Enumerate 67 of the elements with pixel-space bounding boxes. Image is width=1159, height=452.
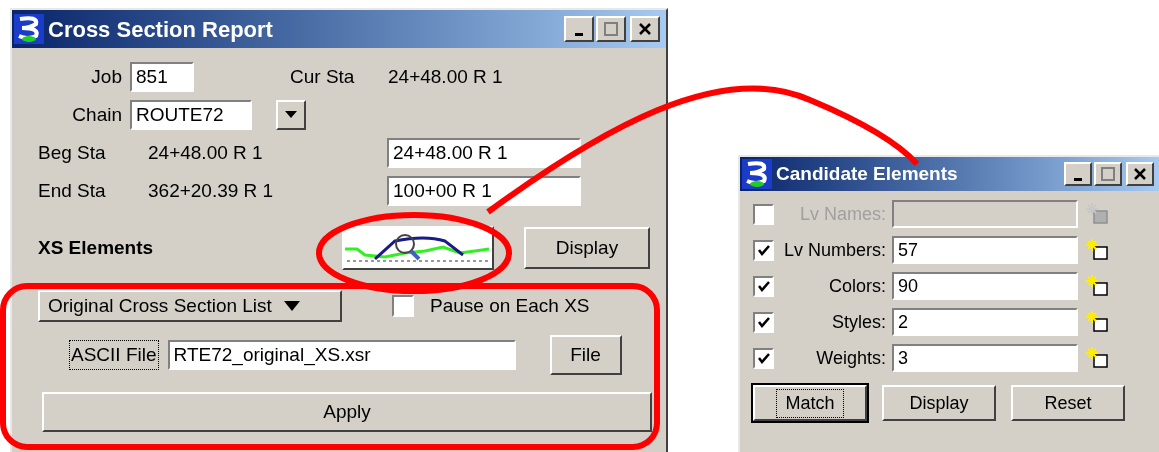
checkbox[interactable] xyxy=(753,275,774,297)
minimize-icon xyxy=(1074,177,1082,181)
field-label: Styles: xyxy=(830,310,887,334)
dialog-button[interactable]: Display xyxy=(882,385,996,421)
cross-section-icon xyxy=(345,231,491,265)
field-label: Beg Sta xyxy=(38,140,107,165)
value-field[interactable]: 57 xyxy=(892,236,1078,264)
checkbox-label: Pause on Each XS xyxy=(430,293,590,318)
maximize-button[interactable] xyxy=(1094,162,1122,186)
caret-icon xyxy=(285,111,297,119)
star-box-icon[interactable] xyxy=(1086,274,1110,298)
logo-icon xyxy=(742,159,772,189)
value-field[interactable]: 90 xyxy=(892,272,1078,300)
star-box-icon[interactable] xyxy=(1086,202,1110,226)
field-label: End Sta xyxy=(38,178,107,203)
station-value: 24+48.00 R 1 xyxy=(148,140,264,165)
maximize-icon xyxy=(1101,167,1115,181)
maximize-icon xyxy=(604,22,618,36)
field-label: Cur Sta xyxy=(290,64,356,89)
minimize-button[interactable] xyxy=(564,16,594,42)
display-button[interactable]: Display xyxy=(524,227,650,269)
file-button[interactable]: File xyxy=(549,335,622,375)
checkmark-icon xyxy=(757,280,770,292)
picker-button[interactable] xyxy=(342,226,494,270)
chain-field[interactable]: ROUTE72 xyxy=(130,100,252,130)
close-button[interactable] xyxy=(630,16,660,42)
field-label: Colors: xyxy=(828,274,887,298)
checkmark-icon xyxy=(757,352,770,364)
value-field[interactable]: 3 xyxy=(892,344,1078,372)
checkbox[interactable] xyxy=(392,295,414,317)
section-heading: XS Elements xyxy=(38,235,155,260)
minimize-icon xyxy=(575,32,583,36)
minimize-button[interactable] xyxy=(1064,162,1092,186)
apply-button[interactable]: Apply xyxy=(42,392,652,432)
checkbox[interactable] xyxy=(753,239,774,261)
maximize-button[interactable] xyxy=(596,16,626,42)
field-label: Job xyxy=(90,64,123,89)
close-icon xyxy=(1133,167,1147,181)
dropdown-button[interactable] xyxy=(276,100,306,130)
station-value: 24+48.00 R 1 xyxy=(388,64,503,89)
value-field[interactable] xyxy=(892,200,1078,228)
checkbox[interactable] xyxy=(753,311,774,333)
field-label: ASCII File xyxy=(70,340,158,370)
station-value: 362+20.39 R 1 xyxy=(148,178,275,203)
value-field[interactable]: 2 xyxy=(892,308,1078,336)
station-field[interactable]: 24+48.00 R 1 xyxy=(387,138,581,168)
dialog-button[interactable]: Match xyxy=(753,385,867,421)
star-box-icon[interactable] xyxy=(1086,238,1110,262)
field-label: Chain xyxy=(71,102,123,127)
window-title: Candidate Elements xyxy=(776,161,958,186)
checkbox[interactable] xyxy=(753,347,774,369)
close-icon xyxy=(638,22,652,36)
file-field[interactable]: RTE72_original_XS.xsr xyxy=(167,340,516,370)
job-field[interactable]: 851 xyxy=(130,62,194,92)
close-button[interactable] xyxy=(1126,162,1154,186)
star-box-icon[interactable] xyxy=(1086,346,1110,370)
checkmark-icon xyxy=(757,316,770,328)
dialog-button[interactable]: Reset xyxy=(1011,385,1125,421)
checkmark-icon xyxy=(757,244,770,256)
logo-icon xyxy=(14,14,44,44)
station-field[interactable]: 100+00 R 1 xyxy=(387,176,581,206)
caret-icon xyxy=(283,301,300,311)
field-label: Lv Numbers: xyxy=(782,238,887,262)
window-title: Cross Section Report xyxy=(48,15,273,44)
field-label: Weights: xyxy=(815,346,887,370)
star-box-icon[interactable] xyxy=(1086,310,1110,334)
list-dropdown[interactable]: Original Cross Section List xyxy=(38,290,342,322)
